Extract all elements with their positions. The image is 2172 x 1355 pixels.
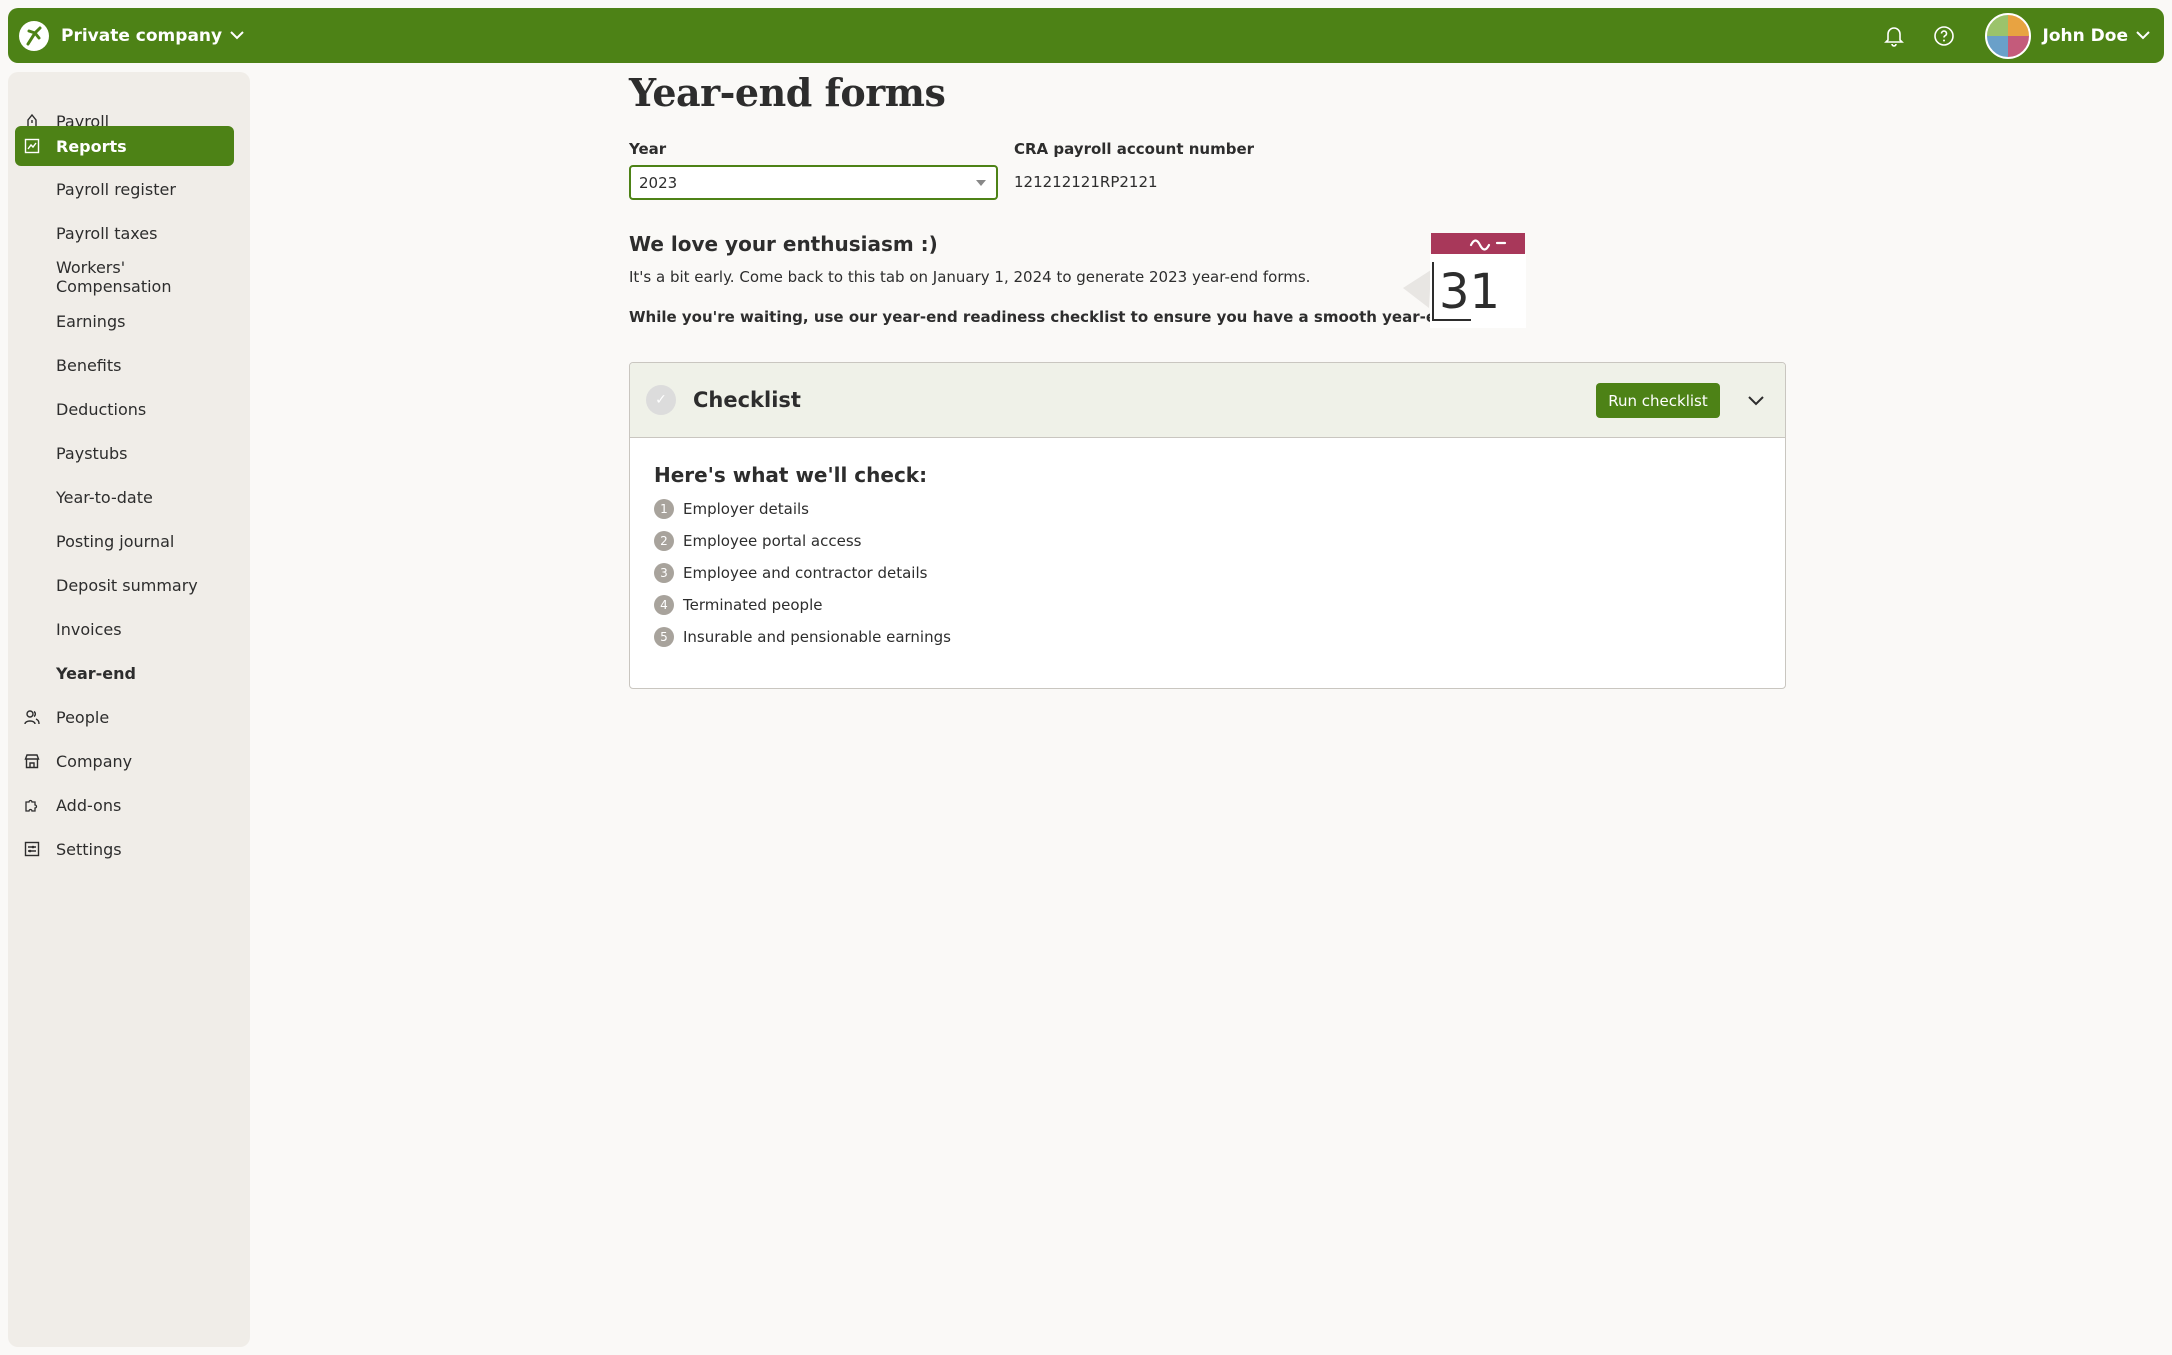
checklist-prompt: While you're waiting, use our year-end r… <box>629 308 1526 326</box>
logo-icon <box>26 26 42 45</box>
sidebar-item-deposit-summary[interactable]: Deposit summary <box>15 566 234 604</box>
year-select[interactable]: 2023 <box>629 165 998 200</box>
sidebar-item-label: Deposit summary <box>56 575 198 595</box>
sidebar-item-label: Posting journal <box>56 531 175 551</box>
list-item: 4 Terminated people <box>654 595 822 615</box>
user-menu[interactable]: John Doe <box>2043 26 2150 46</box>
top-bar: Private company John Doe <box>8 8 2164 63</box>
sidebar-item-posting-journal[interactable]: Posting journal <box>15 522 234 560</box>
sidebar-item-label: Add-ons <box>56 795 122 815</box>
year-label: Year <box>629 140 667 158</box>
checklist-subtitle: Here's what we'll check: <box>654 463 928 487</box>
step-number: 5 <box>654 627 674 647</box>
company-icon <box>23 752 41 770</box>
sidebar-item-payroll-taxes[interactable]: Payroll taxes <box>15 214 234 252</box>
sidebar-item-label: People <box>56 707 110 727</box>
calendar-day: 31 <box>1439 264 1500 320</box>
list-item-label: Employee and contractor details <box>683 564 928 582</box>
list-item-label: Terminated people <box>683 596 823 614</box>
sidebar-item-invoices[interactable]: Invoices <box>15 610 234 648</box>
list-item: 2 Employee portal access <box>654 531 861 551</box>
sidebar: Payroll Reports Payroll register Payroll… <box>8 72 250 1347</box>
sidebar-item-label: Reports <box>56 136 127 156</box>
company-switcher[interactable]: Private company <box>61 26 244 46</box>
year-select-value: 2023 <box>639 173 678 192</box>
settings-icon <box>23 840 41 858</box>
help-button[interactable] <box>1931 23 1957 49</box>
cra-account-number: 121212121RP2121 <box>1014 173 1158 191</box>
list-item: 5 Insurable and pensionable earnings <box>654 627 951 647</box>
chevron-down-icon[interactable] <box>1745 389 1767 411</box>
checklist-header: ✓ Checklist Run checklist <box>630 363 1785 438</box>
sidebar-item-label: Company <box>56 751 133 771</box>
bell-icon <box>1883 26 1904 47</box>
chevron-down-icon <box>230 31 244 40</box>
sidebar-item-paystubs[interactable]: Paystubs <box>15 434 234 472</box>
list-item: 3 Employee and contractor details <box>654 563 927 583</box>
sidebar-item-label: Year-to-date <box>56 487 153 507</box>
sidebar-item-label: Settings <box>56 839 122 859</box>
add-ons-icon <box>23 796 41 814</box>
enthusiasm-heading: We love your enthusiasm :) <box>629 232 938 256</box>
list-item-label: Employer details <box>683 500 809 518</box>
sidebar-item-label: Deductions <box>56 399 147 419</box>
avatar[interactable] <box>1984 12 2031 59</box>
sidebar-item-label: Earnings <box>56 311 126 331</box>
sidebar-item-benefits[interactable]: Benefits <box>15 346 234 384</box>
checklist-title: Checklist <box>693 388 801 412</box>
list-item: 1 Employer details <box>654 499 809 519</box>
sidebar-item-deductions[interactable]: Deductions <box>15 390 234 428</box>
company-name: Private company <box>61 25 223 46</box>
sidebar-item-label: Benefits <box>56 355 122 375</box>
sidebar-item-settings[interactable]: Settings <box>15 830 234 868</box>
sidebar-item-people[interactable]: People <box>15 698 234 736</box>
sidebar-item-label: Invoices <box>56 619 122 639</box>
people-icon <box>23 708 41 726</box>
step-number: 2 <box>654 531 674 551</box>
sidebar-item-year-end[interactable]: Year-end <box>15 654 234 692</box>
step-number: 1 <box>654 499 674 519</box>
early-message: It's a bit early. Come back to this tab … <box>629 268 1311 286</box>
sidebar-item-label: Year-end <box>56 663 136 683</box>
check-icon: ✓ <box>646 385 676 415</box>
step-number: 3 <box>654 563 674 583</box>
calendar-illustration: 31 <box>1403 233 1526 328</box>
step-number: 4 <box>654 595 674 615</box>
sidebar-item-year-to-date[interactable]: Year-to-date <box>15 478 234 516</box>
app-logo[interactable] <box>19 20 49 51</box>
caret-down-icon <box>976 180 986 186</box>
sidebar-item-payroll-register[interactable]: Payroll register <box>15 170 234 208</box>
cra-label: CRA payroll account number <box>1014 140 1255 158</box>
sidebar-item-label: Payroll register <box>56 179 176 199</box>
chevron-down-icon <box>2136 31 2150 40</box>
sidebar-item-label: Payroll taxes <box>56 223 158 243</box>
sidebar-item-earnings[interactable]: Earnings <box>15 302 234 340</box>
reports-icon <box>23 137 41 155</box>
user-name: John Doe <box>2042 25 2128 46</box>
list-item-label: Employee portal access <box>683 532 862 550</box>
notifications-button[interactable] <box>1881 23 1907 49</box>
sidebar-item-label: Workers' Compensation <box>56 258 172 296</box>
list-item-label: Insurable and pensionable earnings <box>683 628 951 646</box>
page-title: Year-end forms <box>629 70 946 115</box>
sidebar-item-label: Paystubs <box>56 443 128 463</box>
sidebar-item-company[interactable]: Company <box>15 742 234 780</box>
run-checklist-button[interactable]: Run checklist <box>1596 383 1720 418</box>
help-icon <box>1933 25 1954 46</box>
checklist-panel: ✓ Checklist Run checklist Here's what we… <box>629 362 1786 689</box>
sidebar-item-reports[interactable]: Reports <box>15 126 234 166</box>
sidebar-item-add-ons[interactable]: Add-ons <box>15 786 234 824</box>
sidebar-item-workers-compensation[interactable]: Workers' Compensation <box>15 258 234 296</box>
